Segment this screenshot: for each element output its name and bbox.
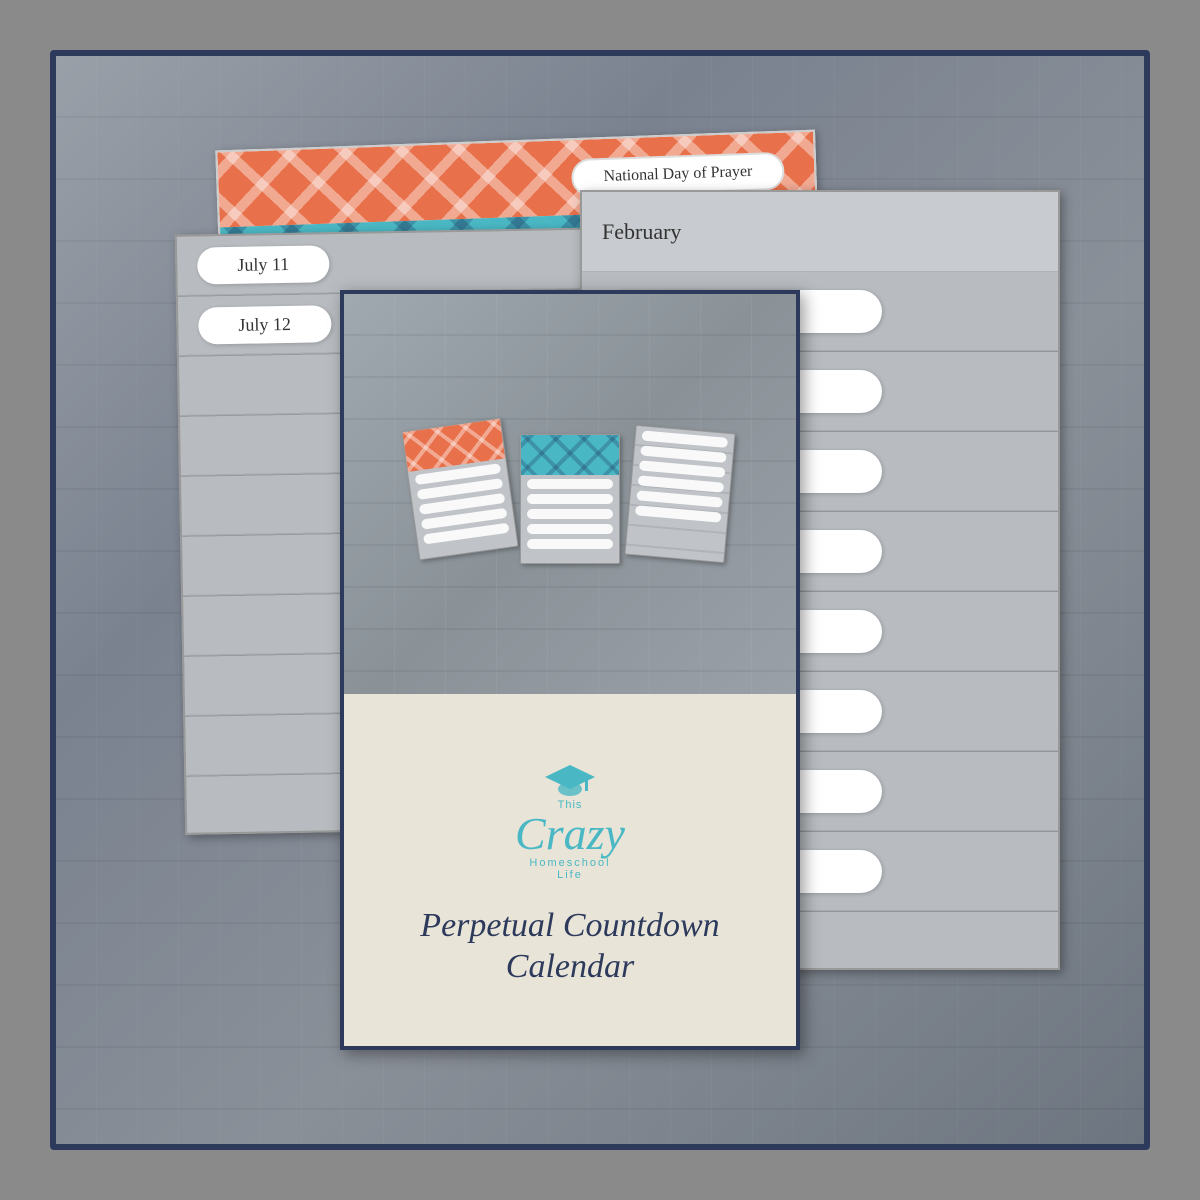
july-date-1: July 11 [197,245,329,284]
cover-wood-section [344,294,796,694]
mini-line-7 [527,494,613,504]
mini-line-9 [527,524,613,534]
mini-page-3 [625,425,736,563]
february-header-text: February [602,219,681,245]
outer-container: National Day of Prayer Mother's Day July… [50,50,1150,1150]
mini-page-2 [520,434,620,564]
mini-line-10 [527,539,613,549]
cover-title: Perpetual Countdown Calendar [364,906,776,988]
mini-date-4 [638,475,725,492]
mini-date-2 [640,445,727,462]
mini-date-6 [635,505,722,522]
mini-pages-preview [410,424,730,564]
mini-date-5 [636,490,723,507]
mini-line-8 [527,509,613,519]
brand-crazy-text: Crazy [515,811,625,857]
mini-chevron-teal [521,435,619,475]
february-header-row: February [582,192,1058,272]
brand-life-text: Life [557,869,583,881]
mini-line-6 [527,479,613,489]
mini-page-wood [626,426,735,562]
july-date-2: July 12 [198,305,331,344]
mini-date-1 [642,430,729,447]
cover-bottom-section: This Crazy Homeschool Life Perpetual Cou… [344,694,796,1050]
brand-logo: This Crazy Homeschool Life [515,761,625,881]
front-cover-page: This Crazy Homeschool Life Perpetual Cou… [340,290,800,1050]
brand-homeschool-text: Homeschool [529,857,610,869]
mini-date-3 [639,460,726,477]
mini-page-1 [401,418,518,561]
graduation-cap-icon [545,761,595,799]
pages-stack: National Day of Prayer Mother's Day July… [140,110,1060,1090]
